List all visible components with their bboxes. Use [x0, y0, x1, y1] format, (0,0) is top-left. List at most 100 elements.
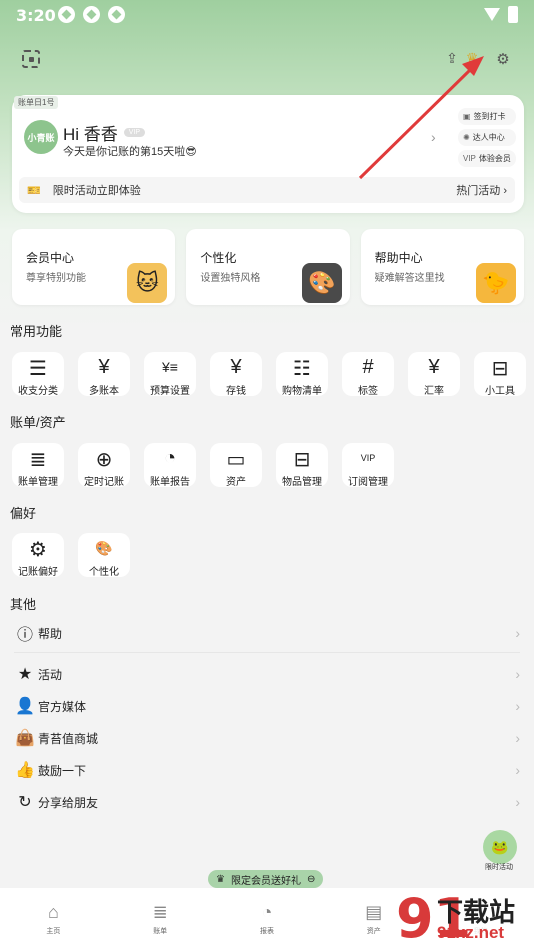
greeting-row: Hi 香香 VIP	[63, 120, 146, 145]
list-item-label: 分享给朋友	[38, 795, 99, 810]
grid-item-shopping-list[interactable]: ☷ 购物清单	[276, 352, 328, 397]
divider	[14, 652, 520, 653]
side-link-label: 签到打卡	[473, 112, 506, 121]
subscription-icon: VIP	[360, 453, 376, 463]
feature-card-2[interactable]: 帮助中心 疑难解答这里找 🐤	[360, 229, 524, 305]
side-link-2[interactable]: VIP 体验会员	[458, 150, 516, 167]
section-preferences-title: 偏好	[10, 506, 37, 521]
grid-item-toolbox[interactable]: ⊟ 小工具	[474, 352, 526, 397]
side-link-1[interactable]: ✺ 达人中心	[458, 129, 516, 146]
grid-item-palette[interactable]: 🎨 个性化	[78, 533, 130, 578]
sync-icon[interactable]: ⇪	[444, 50, 460, 66]
chevron-right-icon: ›	[515, 698, 520, 714]
status-time: 3:20	[16, 6, 56, 25]
list-item-label: 鼓励一下	[38, 763, 87, 778]
grid-item-scheduled-record[interactable]: ⊕ 定时记账	[78, 443, 130, 488]
grid-item-card[interactable]: ▭ 资产	[210, 443, 262, 488]
grid-item-settings-gear[interactable]: ⚙ 记账偏好	[12, 533, 64, 578]
member-gift-pill[interactable]: ♛ 限定会员送好礼 ⊖	[208, 870, 324, 888]
limited-activity-text: 限时活动立即体验	[52, 185, 141, 197]
list-item-label: 官方媒体	[38, 699, 87, 714]
grid-item-category[interactable]: ☰ 收支分类	[12, 352, 64, 397]
grid-item-ledger-book[interactable]: ¥ 多账本	[78, 352, 130, 397]
member-gift-text: 限定会员送好礼	[230, 875, 301, 887]
notification-icon	[83, 6, 100, 23]
chevron-right-icon: ›	[515, 794, 520, 810]
exchange-rate-icon: ¥	[428, 356, 440, 378]
frog-mascot-icon[interactable]: 🐸	[483, 830, 517, 864]
bill-icon: ≣	[152, 902, 168, 922]
grid-item-label: 标签	[358, 386, 378, 397]
grid-item-report-pie[interactable]: ◔ 账单报告	[144, 443, 196, 488]
watermark-url: 91xz.net	[437, 923, 505, 942]
grid-item-label: 资产	[226, 477, 246, 488]
list-item-person[interactable]: 👤 官方媒体 ›	[14, 691, 520, 721]
grid-item-label: 多账本	[89, 386, 119, 397]
side-link-0[interactable]: ▣ 签到打卡	[458, 108, 516, 125]
wifi-icon	[484, 8, 500, 21]
hot-activity-link[interactable]: 热门活动 ›	[456, 182, 507, 198]
crown-icon: ♛	[216, 873, 225, 885]
nav-item-chart[interactable]: ◔ 报表	[214, 888, 321, 950]
grid-item-label: 物品管理	[282, 477, 322, 488]
grid-item-savings[interactable]: ¥ 存钱	[210, 352, 262, 397]
nav-item-home[interactable]: ⌂ 主页	[0, 888, 107, 950]
vip-badge: VIP	[123, 128, 146, 137]
toolbox-icon: ⊟	[491, 358, 509, 380]
category-icon: ☰	[29, 358, 47, 380]
ledger-day-tag: 账单日1号	[14, 96, 59, 109]
share-icon: ↻	[18, 794, 32, 811]
greeting-text: Hi 香香	[63, 125, 118, 144]
feature-cards: 会员中心 尊享特别功能 🐱 个性化 设置独特风格 🎨 帮助中心 疑难解答这里找 🐤	[12, 229, 524, 305]
feature-card-0[interactable]: 会员中心 尊享特别功能 🐱	[12, 229, 176, 305]
chevron-right-icon[interactable]: ›	[431, 129, 436, 145]
crown-icon[interactable]: ♛	[464, 50, 480, 66]
profile-side-links: ▣ 签到打卡 ✺ 达人中心 VIP 体验会员	[458, 108, 516, 167]
chevron-right-icon: ›	[515, 666, 520, 682]
list-item-info[interactable]: ⓘ 帮助 ›	[14, 618, 520, 648]
list-item-thumbs-up[interactable]: 👍 鼓励一下 ›	[14, 755, 520, 785]
home-icon: ⌂	[47, 902, 59, 922]
grid-item-hashtag[interactable]: # 标签	[342, 352, 394, 397]
grid-item-label: 订阅管理	[348, 477, 388, 488]
grid-item-bill-manage[interactable]: ≣ 账单管理	[12, 443, 64, 488]
status-notification-icons	[58, 6, 125, 23]
grid-item-label: 汇率	[424, 386, 444, 397]
chart-icon: ◔	[261, 902, 273, 922]
list-item-shopping-bag[interactable]: 👜 青苔值商城 ›	[14, 723, 520, 753]
avatar[interactable]: 小青账	[24, 120, 58, 154]
info-icon: ⓘ	[16, 627, 33, 644]
close-icon[interactable]: ⊖	[307, 874, 315, 885]
settings-gear-icon[interactable]: ⚙	[494, 50, 512, 68]
limited-activity-bar[interactable]: 🎫 限时活动立即体验 热门活动 ›	[19, 177, 515, 203]
streak-subtitle: 今天是你记账的第15天啦😎	[63, 146, 197, 158]
feature-card-art-icon: 🐱	[127, 263, 168, 303]
grid-item-label: 记账偏好	[18, 567, 58, 578]
list-item-share[interactable]: ↻ 分享给朋友 ›	[14, 787, 520, 817]
feature-card-art-icon: 🐤	[475, 263, 516, 303]
grid-item-exchange-rate[interactable]: ¥ 汇率	[408, 352, 460, 397]
feature-card-art-icon: 🎨	[301, 263, 342, 303]
hashtag-icon: #	[362, 356, 374, 378]
budget-icon: ¥≡	[162, 359, 178, 375]
palette-icon: 🎨	[95, 540, 113, 556]
list-item-activity-ticket[interactable]: ★ 活动 ›	[14, 659, 520, 689]
section-other-title: 其他	[10, 597, 37, 612]
scan-icon[interactable]	[22, 50, 40, 68]
status-bar: 3:20	[0, 0, 534, 30]
grid-item-budget[interactable]: ¥≡ 预算设置	[144, 352, 196, 397]
feature-card-1[interactable]: 个性化 设置独特风格 🎨	[186, 229, 350, 305]
list-item-label: 帮助	[38, 626, 63, 641]
grid-item-item-box[interactable]: ⊟ 物品管理	[276, 443, 328, 488]
settings-gear-icon: ⚙	[29, 539, 47, 561]
nav-item-label: 账单	[153, 928, 168, 935]
grid-item-label: 账单报告	[150, 477, 190, 488]
shopping-list-icon: ☷	[293, 358, 311, 380]
notification-icon	[108, 6, 125, 23]
preference-features-grid: ⚙ 记账偏好 🎨 个性化	[12, 533, 130, 578]
grid-item-label: 定时记账	[84, 477, 124, 488]
grid-item-label: 个性化	[89, 567, 119, 578]
grid-item-subscription[interactable]: VIP 订阅管理	[342, 443, 394, 488]
nav-item-label: 报表	[259, 928, 274, 935]
nav-item-bill[interactable]: ≣ 账单	[107, 888, 214, 950]
